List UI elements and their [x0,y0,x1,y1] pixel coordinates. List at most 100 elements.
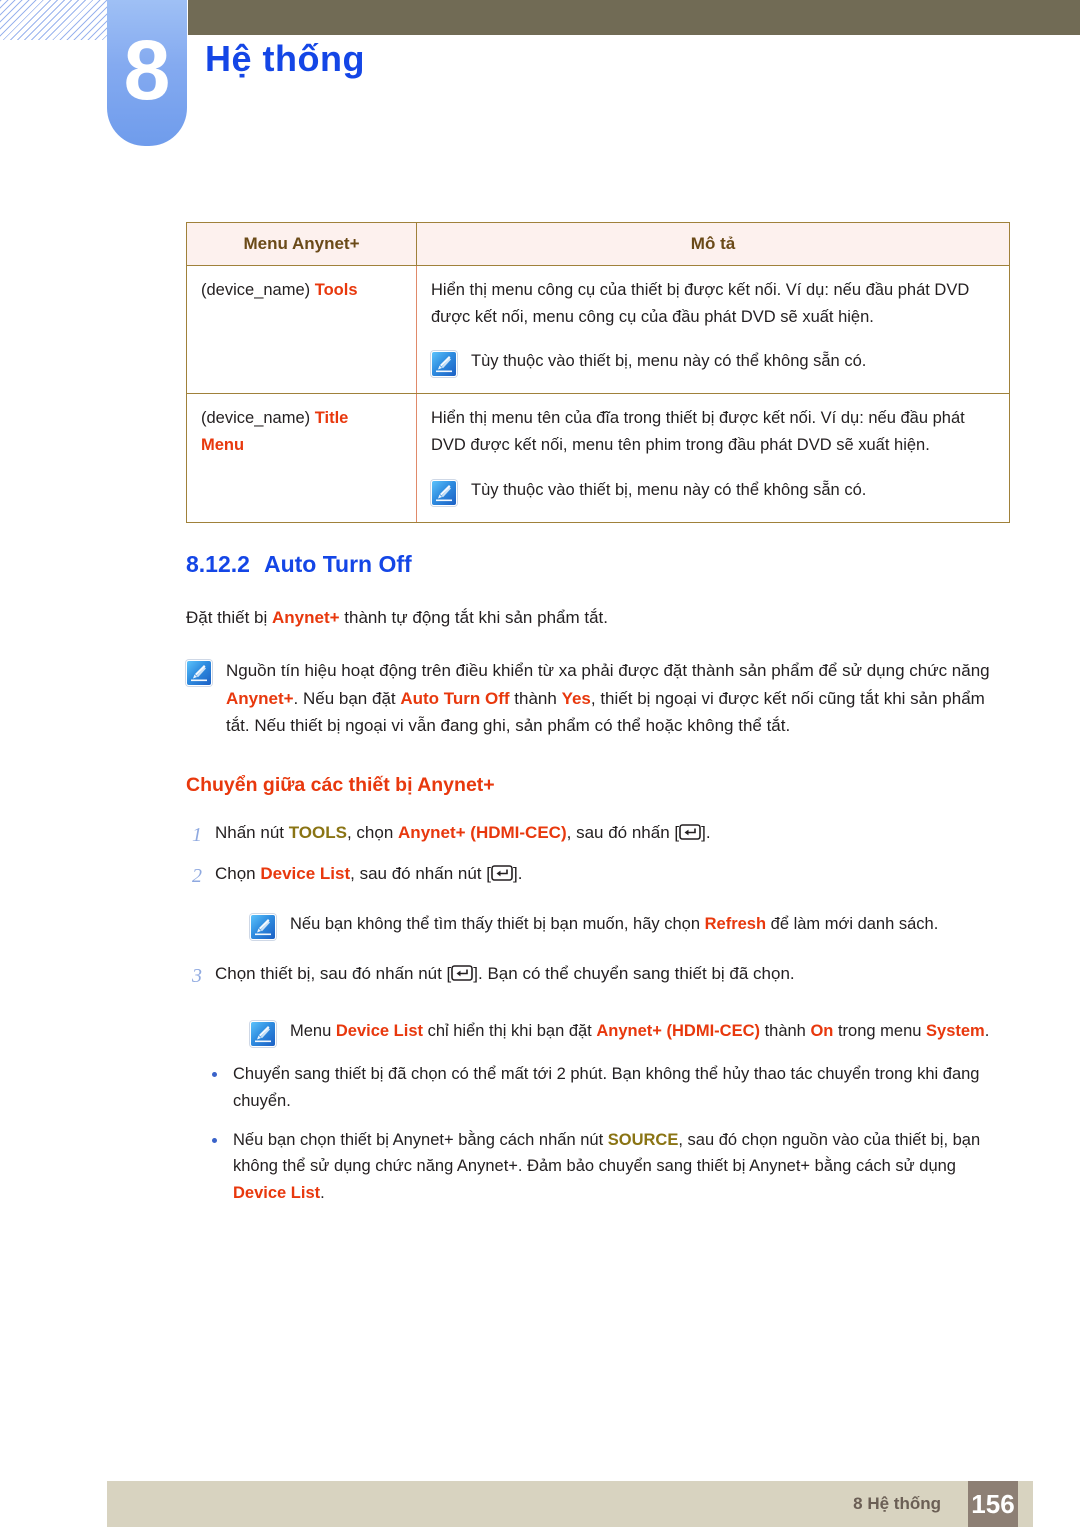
bullet-text: Nếu bạn chọn thiết bị Anynet+ bằng cách … [233,1127,1010,1207]
step-highlight-device-list: Device List [260,864,351,884]
refresh-note: Nếu bạn không thể tìm thấy thiết bị bạn … [250,911,1010,940]
header-khaki-bar [188,0,1080,35]
refresh-note-part-2: để làm mới danh sách. [766,914,939,933]
bullet-part-3: . [320,1184,325,1203]
dl-note-highlight-on: On [810,1022,834,1041]
note-pen-icon [250,913,276,940]
table-cell-menu-name: (device_name) Title Menu [186,393,417,523]
footer-chapter-label: 8 Hệ thống [853,1494,941,1513]
note-highlight-yes: Yes [561,688,591,708]
table-cell-description: Hiển thị menu công cụ của thiết bị được … [416,265,1010,395]
description-text: Hiển thị menu công cụ của thiết bị được … [431,281,970,326]
section-note-text: Nguồn tín hiệu hoạt động trên điều khiển… [226,657,1010,740]
note-part-2: . Nếu bạn đặt [293,688,401,708]
dl-note-highlight-system: System [926,1022,985,1041]
chapter-number-tab: 8 [107,0,187,146]
device-list-note-text: Menu Device List chỉ hiển thị khi bạn đặ… [290,1018,1010,1045]
list-item: 1 Nhấn nút TOOLS, chọn Anynet+ (HDMI-CEC… [186,819,1010,851]
switching-bullet-list: Chuyển sang thiết bị đã chọn có thể mất … [212,1061,1010,1207]
step-part-1: Chọn thiết bị, sau đó nhấn nút [ [215,963,452,983]
step-text: Nhấn nút TOOLS, chọn Anynet+ (HDMI-CEC),… [215,819,1010,847]
step-part-4: ]. [701,823,711,842]
section-number: 8.12.2 [186,550,250,577]
step-number: 3 [192,964,202,987]
note-part-3: thành [509,688,562,708]
step-part-4: ]. [512,864,523,884]
section-heading: 8.12.2 Auto Turn Off [186,551,1010,578]
section-title: Auto Turn Off [263,550,412,577]
bullet-dot-icon [212,1137,217,1143]
section-intro-paragraph: Đặt thiết bị Anynet+ thành tự động tắt k… [186,604,1010,632]
enter-key-icon [679,824,701,840]
page-content: Menu Anynet+ Mô tả (device_name) Tools H… [186,222,1010,1207]
table-header-menu: Menu Anynet+ [186,222,417,266]
note-pen-icon [186,660,212,687]
bullet-highlight-source: SOURCE [607,1130,679,1149]
step-part-3: , sau đó nhấn [ [566,823,680,842]
bullet-part-1: Nếu bạn chọn thiết bị Anynet+ bằng cách … [233,1130,608,1149]
page-number: 156 [971,1488,1015,1519]
section-note: Nguồn tín hiệu hoạt động trên điều khiển… [186,657,1010,740]
note-highlight-anynet: Anynet+ [226,688,294,708]
list-item: Nếu bạn chọn thiết bị Anynet+ bằng cách … [212,1127,1010,1207]
page-number-box: 156 [968,1481,1018,1527]
table-row: (device_name) Title Menu Hiển thị menu t… [186,393,1010,523]
table-row: (device_name) Tools Hiển thị menu công c… [186,265,1010,395]
dl-note-highlight-device-list: Device List [335,1022,423,1041]
page-footer: 8 Hệ thống 156 [107,1481,1033,1527]
note-pen-icon [250,1021,276,1048]
switching-steps-list-continued: 3 Chọn thiết bị, sau đó nhấn nút [ ]. Bạn… [186,960,1010,992]
table-header-description: Mô tả [416,222,1010,266]
menu-name-highlight: Tools [314,281,358,299]
menu-name-highlight: Title [314,409,349,428]
step-text: Chọn Device List, sau đó nhấn nút []. [215,860,1010,888]
table-cell-menu-name: (device_name) Tools [186,265,417,395]
step-text: Chọn thiết bị, sau đó nhấn nút [ ]. Bạn c… [215,960,1010,988]
step-part-2: , chọn [346,823,399,842]
intro-part-2: thành tự động tắt khi sản phẩm tắt. [339,607,608,627]
menu-name-prefix: (device_name) [201,281,315,299]
bullet-part-1: Chuyển sang thiết bị đã chọn có thể mất … [233,1065,980,1110]
note-highlight-autoturnoff: Auto Turn Off [400,688,510,708]
menu-name-prefix: (device_name) [201,409,315,428]
table-header-row: Menu Anynet+ Mô tả [186,222,1010,266]
dl-note-part-4: trong menu [833,1022,927,1041]
table-note-text: Tùy thuộc vào thiết bị, menu này có thể … [471,480,867,499]
enter-key-icon [451,964,474,981]
step-number: 2 [192,865,202,888]
list-item: 3 Chọn thiết bị, sau đó nhấn nút [ ]. Bạn… [186,960,1010,992]
table-note-text: Tùy thuộc vào thiết bị, menu này có thể … [471,352,867,371]
decorative-hatch-pattern [0,0,110,40]
chapter-number: 8 [123,23,171,117]
step-part-1: Nhấn nút [215,823,289,842]
description-text: Hiển thị menu tên của đĩa trong thiết bị… [431,409,965,455]
table-cell-description: Hiển thị menu tên của đĩa trong thiết bị… [416,393,1010,523]
note-pen-icon [431,479,457,506]
menu-name-highlight-2: Menu [201,436,245,455]
step-number: 1 [192,824,202,846]
device-list-note: Menu Device List chỉ hiển thị khi bạn đặ… [250,1018,1010,1048]
switching-steps-list: 1 Nhấn nút TOOLS, chọn Anynet+ (HDMI-CEC… [186,819,1010,893]
step-part-1: Chọn [215,864,261,884]
dl-note-highlight-anynet: Anynet+ (HDMI-CEC) [596,1022,760,1041]
anynet-menu-table: Menu Anynet+ Mô tả (device_name) Tools H… [186,222,1010,523]
bullet-text: Chuyển sang thiết bị đã chọn có thể mất … [233,1061,1010,1114]
table-note: Tùy thuộc vào thiết bị, menu này có thể … [431,477,995,506]
chapter-title: Hệ thống [205,38,365,79]
table-note: Tùy thuộc vào thiết bị, menu này có thể … [431,348,995,378]
dl-note-part-1: Menu [290,1022,336,1041]
list-item: 2 Chọn Device List, sau đó nhấn nút []. [186,860,1010,892]
refresh-note-highlight: Refresh [704,914,767,933]
dl-note-part-2: chỉ hiển thị khi bạn đặt [422,1022,597,1041]
note-part-1: Nguồn tín hiệu hoạt động trên điều khiển… [226,661,990,681]
list-item: Chuyển sang thiết bị đã chọn có thể mất … [212,1061,1010,1114]
step-part-4: ]. Bạn có thể chuyển sang thiết bị đã ch… [473,963,795,983]
bullet-highlight-device-list: Device List [233,1184,321,1203]
refresh-note-text: Nếu bạn không thể tìm thấy thiết bị bạn … [290,911,1010,938]
intro-part-1: Đặt thiết bị [186,607,272,627]
bullet-dot-icon [212,1072,217,1078]
step-part-3: , sau đó nhấn nút [ [350,864,491,884]
refresh-note-part-1: Nếu bạn không thể tìm thấy thiết bị bạn … [290,914,705,933]
dl-note-part-5: . [984,1022,990,1041]
step-highlight-tools: TOOLS [288,823,347,842]
